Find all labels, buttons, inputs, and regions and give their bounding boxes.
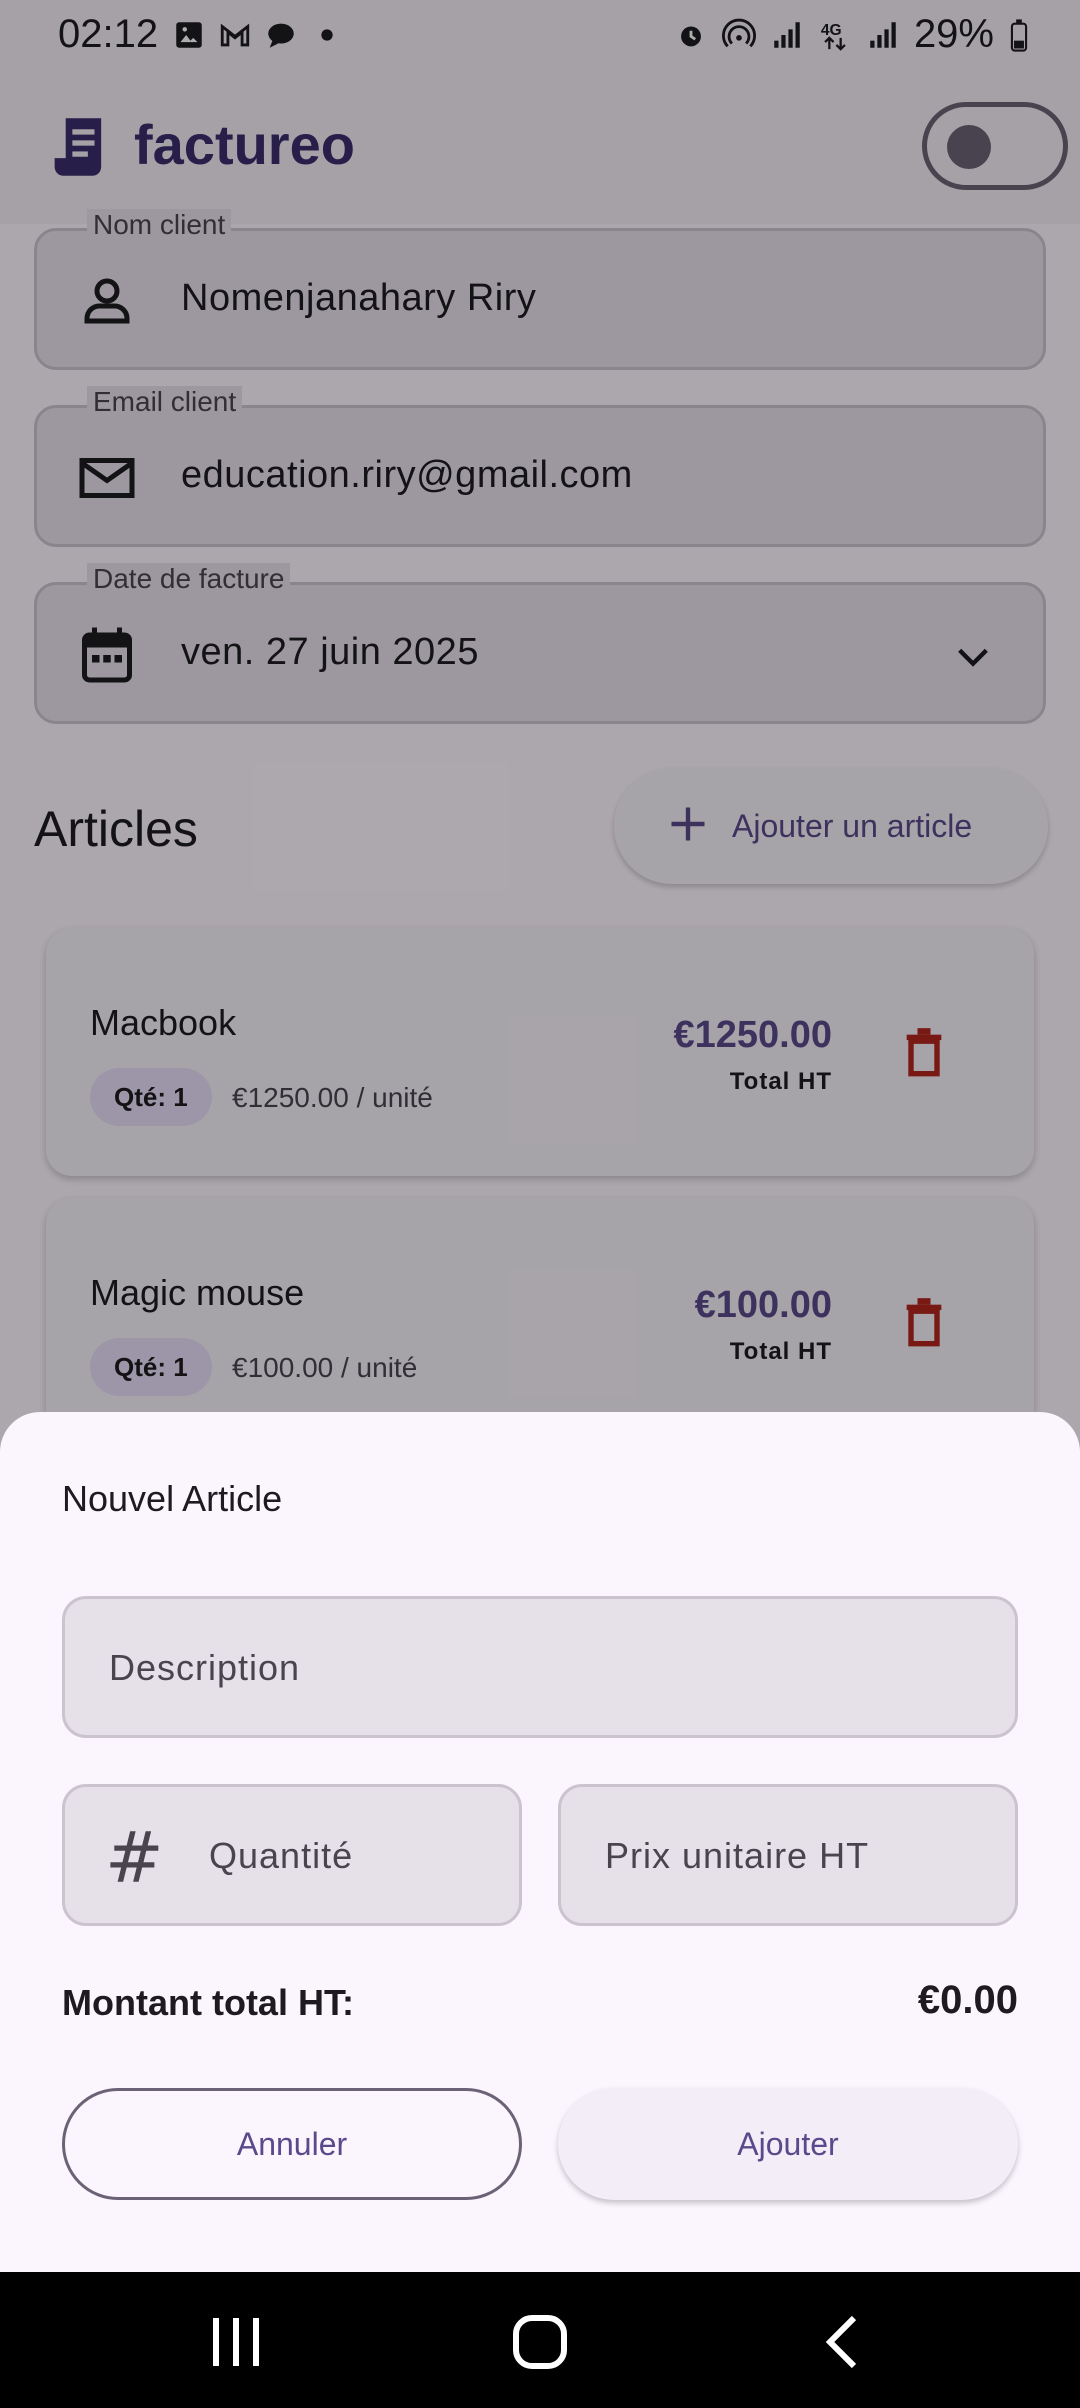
home-icon[interactable] xyxy=(510,2314,570,2370)
total-amount-value: €0.00 xyxy=(917,1978,1018,2022)
quantity-input[interactable]: # Quantité xyxy=(62,1784,522,1926)
total-amount-label: Montant total HT: xyxy=(62,1982,354,2023)
cancel-button[interactable]: Annuler xyxy=(62,2088,522,2200)
sheet-title: Nouvel Article xyxy=(62,1478,283,1519)
add-button[interactable]: Ajouter xyxy=(558,2088,1018,2200)
description-placeholder: Description xyxy=(109,1647,301,1688)
new-article-sheet: Nouvel Article Description # Quantité Pr… xyxy=(0,1412,1080,2272)
back-icon[interactable] xyxy=(814,2314,874,2370)
quantity-placeholder: Quantité xyxy=(209,1835,354,1876)
description-input[interactable]: Description xyxy=(62,1596,1018,1738)
system-nav-bar xyxy=(0,2272,1080,2408)
recent-apps-icon[interactable] xyxy=(206,2314,266,2370)
hash-icon: # xyxy=(105,1817,164,1899)
unit-price-input[interactable]: Prix unitaire HT xyxy=(558,1784,1018,1926)
unit-price-placeholder: Prix unitaire HT xyxy=(605,1835,870,1876)
